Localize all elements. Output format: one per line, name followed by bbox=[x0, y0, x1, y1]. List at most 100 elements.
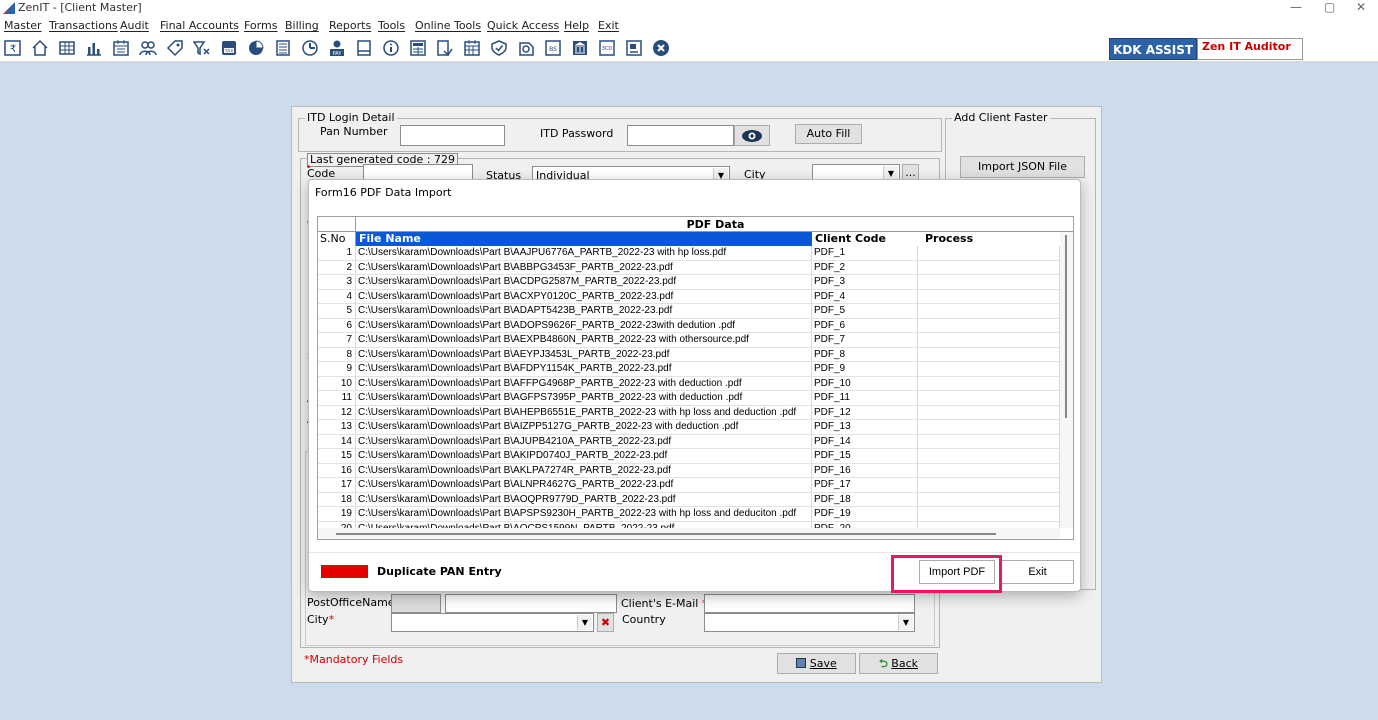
refresh-icon[interactable] bbox=[517, 39, 535, 57]
table-row[interactable]: 6 C:\Users\karam\Downloads\Part B\ADOPS96… bbox=[318, 318, 1060, 333]
menu-online-tools[interactable]: Online Tools bbox=[415, 19, 481, 32]
cell-process[interactable] bbox=[918, 289, 1060, 304]
cell-file-name[interactable]: C:\Users\karam\Downloads\Part B\AGFPS739… bbox=[356, 391, 812, 406]
post-office-name-input[interactable] bbox=[445, 594, 617, 613]
cell-file-name[interactable]: C:\Users\karam\Downloads\Part B\APSPS923… bbox=[356, 507, 812, 522]
cell-process[interactable] bbox=[918, 318, 1060, 333]
cell-sno[interactable]: 9 bbox=[318, 362, 356, 377]
column-header-sno[interactable]: S.No bbox=[318, 232, 356, 246]
clear-city-button[interactable]: ✖ bbox=[597, 613, 614, 632]
cell-sno[interactable]: 6 bbox=[318, 318, 356, 333]
table-row[interactable]: 1 C:\Users\karam\Downloads\Part B\AAJPU67… bbox=[318, 246, 1060, 261]
table-row[interactable]: 19 C:\Users\karam\Downloads\Part B\APSPS9… bbox=[318, 507, 1060, 522]
table-row[interactable]: 17 C:\Users\karam\Downloads\Part B\ALNPR4… bbox=[318, 478, 1060, 493]
cell-client-code[interactable]: PDF_11 bbox=[812, 391, 918, 406]
table-row[interactable]: 10 C:\Users\karam\Downloads\Part B\AFFPG4… bbox=[318, 376, 1060, 391]
shield-icon[interactable] bbox=[490, 39, 508, 57]
cell-file-name[interactable]: C:\Users\karam\Downloads\Part B\ADOPS962… bbox=[356, 318, 812, 333]
table-row[interactable]: 4 C:\Users\karam\Downloads\Part B\ACXPY01… bbox=[318, 289, 1060, 304]
calendar-grid-icon[interactable] bbox=[463, 39, 481, 57]
table-row[interactable]: 9 C:\Users\karam\Downloads\Part B\AFDPY11… bbox=[318, 362, 1060, 377]
menu-tools[interactable]: Tools bbox=[378, 19, 405, 32]
pie-chart-icon[interactable] bbox=[247, 39, 265, 57]
cell-sno[interactable]: 3 bbox=[318, 275, 356, 290]
cell-process[interactable] bbox=[918, 362, 1060, 377]
cell-sno[interactable]: 14 bbox=[318, 434, 356, 449]
cell-process[interactable] bbox=[918, 376, 1060, 391]
table-row[interactable]: 8 C:\Users\karam\Downloads\Part B\AEYPJ34… bbox=[318, 347, 1060, 362]
calendar-icon[interactable] bbox=[112, 39, 130, 57]
table-row[interactable]: 11 C:\Users\karam\Downloads\Part B\AGFPS7… bbox=[318, 391, 1060, 406]
cell-client-code[interactable]: PDF_6 bbox=[812, 318, 918, 333]
cell-file-name[interactable]: C:\Users\karam\Downloads\Part B\AEYPJ345… bbox=[356, 347, 812, 362]
menu-final-accounts[interactable]: Final Accounts bbox=[160, 19, 239, 32]
home-icon[interactable] bbox=[31, 39, 49, 57]
table-row[interactable]: 18 C:\Users\karam\Downloads\Part B\AOQPR9… bbox=[318, 492, 1060, 507]
cell-sno[interactable]: 4 bbox=[318, 289, 356, 304]
cell-sno[interactable]: 12 bbox=[318, 405, 356, 420]
filter-tax-icon[interactable] bbox=[193, 39, 211, 57]
cell-file-name[interactable]: C:\Users\karam\Downloads\Part B\AHEPB655… bbox=[356, 405, 812, 420]
cell-file-name[interactable]: C:\Users\karam\Downloads\Part B\AFDPY115… bbox=[356, 362, 812, 377]
users-icon[interactable] bbox=[139, 39, 157, 57]
info-icon[interactable] bbox=[382, 39, 400, 57]
kdk-assist-button[interactable]: KDK ASSIST bbox=[1109, 38, 1197, 60]
vertical-scroll-thumb[interactable] bbox=[1065, 235, 1067, 418]
cell-client-code[interactable]: PDF_14 bbox=[812, 434, 918, 449]
zen-it-auditor-button[interactable]: Zen IT Auditor bbox=[1197, 38, 1303, 60]
notes-icon[interactable] bbox=[625, 39, 643, 57]
3cd-icon[interactable]: 3CD bbox=[598, 39, 616, 57]
cell-client-code[interactable]: PDF_2 bbox=[812, 260, 918, 275]
show-password-button[interactable] bbox=[734, 125, 770, 146]
table-row[interactable]: 3 C:\Users\karam\Downloads\Part B\ACDPG25… bbox=[318, 275, 1060, 290]
cell-process[interactable] bbox=[918, 478, 1060, 493]
maximize-button[interactable]: ▢ bbox=[1324, 0, 1335, 14]
back-button[interactable]: ⮌ Back bbox=[859, 653, 938, 674]
cell-file-name[interactable]: C:\Users\karam\Downloads\Part B\ABBPG345… bbox=[356, 260, 812, 275]
cell-process[interactable] bbox=[918, 405, 1060, 420]
cell-client-code[interactable]: PDF_19 bbox=[812, 507, 918, 522]
pdf-data-grid[interactable]: PDF Data S.No File Name Client Code Proc… bbox=[317, 216, 1074, 540]
cell-sno[interactable]: 2 bbox=[318, 260, 356, 275]
cell-client-code[interactable]: PDF_1 bbox=[812, 246, 918, 261]
pay-icon[interactable]: PAY bbox=[328, 39, 346, 57]
cell-file-name[interactable]: C:\Users\karam\Downloads\Part B\ADAPT542… bbox=[356, 304, 812, 319]
document-icon[interactable] bbox=[355, 39, 373, 57]
cell-client-code[interactable]: PDF_12 bbox=[812, 405, 918, 420]
close-window-button[interactable]: ✕ bbox=[1356, 0, 1366, 14]
auto-fill-button[interactable]: Auto Fill bbox=[795, 124, 862, 144]
menu-forms[interactable]: Forms bbox=[244, 19, 277, 32]
country-select[interactable]: ▼ bbox=[704, 613, 915, 632]
spreadsheet-icon[interactable] bbox=[409, 39, 427, 57]
cell-client-code[interactable]: PDF_13 bbox=[812, 420, 918, 435]
cell-sno[interactable]: 13 bbox=[318, 420, 356, 435]
cell-sno[interactable]: 10 bbox=[318, 376, 356, 391]
bank-icon[interactable] bbox=[571, 39, 589, 57]
table-row[interactable]: 15 C:\Users\karam\Downloads\Part B\AKIPD0… bbox=[318, 449, 1060, 464]
tag-icon[interactable] bbox=[166, 39, 184, 57]
cell-sno[interactable]: 16 bbox=[318, 463, 356, 478]
cell-client-code[interactable]: PDF_17 bbox=[812, 478, 918, 493]
itd-password-input[interactable] bbox=[627, 125, 734, 146]
cell-sno[interactable]: 11 bbox=[318, 391, 356, 406]
cell-sno[interactable]: 5 bbox=[318, 304, 356, 319]
menu-help[interactable]: Help bbox=[564, 19, 589, 32]
cell-client-code[interactable]: PDF_10 bbox=[812, 376, 918, 391]
cell-file-name[interactable]: C:\Users\karam\Downloads\Part B\AKIPD074… bbox=[356, 449, 812, 464]
menu-quick-access[interactable]: Quick Access bbox=[487, 19, 559, 32]
cell-client-code[interactable]: PDF_4 bbox=[812, 289, 918, 304]
cell-process[interactable] bbox=[918, 333, 1060, 348]
cell-file-name[interactable]: C:\Users\karam\Downloads\Part B\ACDPG258… bbox=[356, 275, 812, 290]
client-email-input[interactable] bbox=[704, 594, 915, 613]
save-button[interactable]: Save bbox=[777, 653, 856, 674]
cell-process[interactable] bbox=[918, 434, 1060, 449]
cell-client-code[interactable]: PDF_18 bbox=[812, 492, 918, 507]
import-json-button[interactable]: Import JSON File bbox=[960, 156, 1085, 178]
table-row[interactable]: 7 C:\Users\karam\Downloads\Part B\AEXPB48… bbox=[318, 333, 1060, 348]
menu-audit[interactable]: Audit bbox=[120, 19, 149, 32]
cell-process[interactable] bbox=[918, 449, 1060, 464]
table-row[interactable]: 13 C:\Users\karam\Downloads\Part B\AIZPP5… bbox=[318, 420, 1060, 435]
cell-process[interactable] bbox=[918, 260, 1060, 275]
table-row[interactable]: 12 C:\Users\karam\Downloads\Part B\AHEPB6… bbox=[318, 405, 1060, 420]
close-circle-icon[interactable] bbox=[652, 39, 670, 57]
